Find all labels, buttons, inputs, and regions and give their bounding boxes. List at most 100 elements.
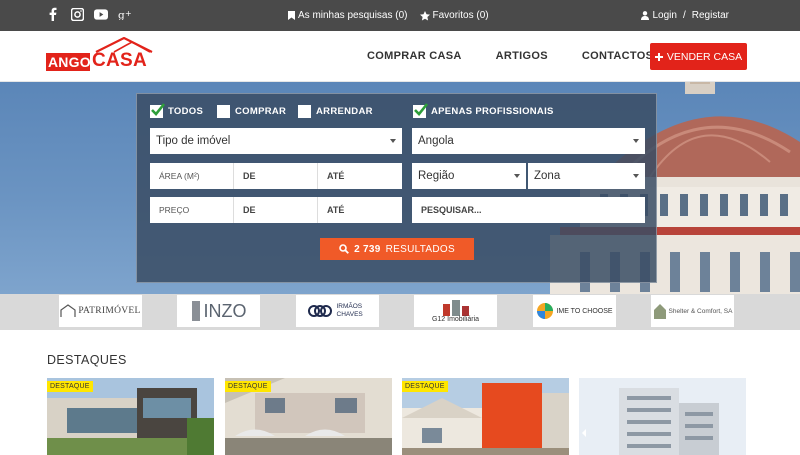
country-value: Angola bbox=[418, 135, 454, 147]
login-link[interactable]: Login bbox=[653, 10, 677, 21]
checkbox-professionals[interactable] bbox=[413, 103, 428, 118]
region-value: Região bbox=[418, 170, 455, 182]
area-label-text: ÁREA (M²) bbox=[159, 171, 200, 181]
featured-badge: DESTAQUE bbox=[402, 381, 448, 392]
featured-title: DESTAQUES bbox=[47, 353, 127, 367]
partner-inzo-text: INZO bbox=[203, 300, 247, 321]
menu-artigos[interactable]: ARTIGOS bbox=[496, 50, 548, 62]
featured-card[interactable]: DESTAQUE bbox=[225, 378, 392, 455]
filter-comprar-label: COMPRAR bbox=[235, 106, 287, 117]
menu-comprar-casa[interactable]: COMPRAR CASA bbox=[367, 50, 462, 62]
keyword-search-input[interactable]: PESQUISAR... bbox=[412, 197, 645, 223]
caret-down-icon bbox=[633, 139, 639, 143]
partner-patrimovel-text: PATRIMÓVEL bbox=[78, 306, 141, 316]
account-separator: / bbox=[682, 10, 686, 21]
my-searches-link[interactable]: As minhas pesquisas (0) bbox=[288, 10, 408, 21]
area-label: ÁREA (M²) bbox=[150, 163, 234, 189]
favorites-link[interactable]: Favoritos (0) bbox=[419, 10, 489, 21]
star-icon bbox=[419, 10, 430, 20]
youtube-icon[interactable] bbox=[94, 7, 108, 21]
keyword-placeholder: PESQUISAR... bbox=[421, 205, 482, 215]
register-link[interactable]: Registar bbox=[692, 10, 729, 21]
facebook-icon[interactable] bbox=[46, 7, 60, 21]
filter-todos[interactable]: TODOS bbox=[150, 103, 204, 118]
sell-house-button[interactable]: VENDER CASA bbox=[650, 43, 747, 70]
partner-time-to-choose-text: IME TO CHOOSE bbox=[556, 307, 613, 315]
filter-todos-label: TODOS bbox=[168, 106, 204, 117]
logo-casa: CASA bbox=[92, 50, 148, 71]
instagram-icon[interactable] bbox=[70, 7, 84, 21]
check-icon bbox=[151, 103, 165, 116]
featured-card[interactable]: DESTAQUE bbox=[47, 378, 214, 455]
bookmark-icon bbox=[288, 11, 295, 20]
zone-select[interactable]: Zona bbox=[528, 163, 645, 189]
show-results-button[interactable]: 2 739 RESULTADOS bbox=[320, 238, 474, 260]
search-icon bbox=[339, 244, 350, 254]
main-nav: ANGO CASA COMPRAR CASA ARTIGOS CONTACTOS… bbox=[0, 31, 800, 82]
caret-down-icon bbox=[633, 174, 639, 178]
property-type-select[interactable]: Tipo de imóvel bbox=[150, 128, 402, 154]
favorites-label: Favoritos (0) bbox=[432, 10, 489, 21]
svg-text:+: + bbox=[125, 9, 132, 18]
region-select[interactable]: Região bbox=[412, 163, 526, 189]
logo-ango: ANGO bbox=[46, 53, 91, 71]
main-menu: COMPRAR CASA ARTIGOS CONTACTOS bbox=[367, 50, 653, 62]
area-to-placeholder: ATÉ bbox=[327, 171, 345, 181]
partner-patrimovel-logo[interactable]: PATRIMÓVEL bbox=[59, 295, 142, 327]
account-links: Login / Registar bbox=[640, 10, 729, 21]
search-panel: TODOS COMPRAR ARRENDAR APENAS PROFISSION… bbox=[136, 93, 657, 283]
hero-search-section: TODOS COMPRAR ARRENDAR APENAS PROFISSION… bbox=[0, 82, 800, 294]
area-to-input[interactable]: ATÉ bbox=[318, 163, 402, 189]
partner-g12-logo[interactable]: G12 Imobiliária bbox=[414, 295, 497, 327]
area-from-input[interactable]: DE bbox=[234, 163, 318, 189]
menu-contactos[interactable]: CONTACTOS bbox=[582, 50, 653, 62]
country-select[interactable]: Angola bbox=[412, 128, 645, 154]
house-tree-icon bbox=[653, 304, 666, 319]
price-from-placeholder: DE bbox=[243, 205, 256, 215]
featured-badge: DESTAQUE bbox=[47, 381, 93, 392]
partner-irmaos-chaves-logo[interactable]: IRMÃOS CHAVES bbox=[296, 295, 379, 327]
partner-inzo-logo[interactable]: INZO bbox=[177, 295, 260, 327]
featured-badge: DESTAQUE bbox=[225, 381, 271, 392]
pinwheel-icon bbox=[537, 303, 554, 319]
property-type-value: Tipo de imóvel bbox=[156, 135, 231, 147]
top-bar: g + As minhas pesquisas (0) Favoritos (0)… bbox=[0, 0, 800, 31]
property-photo bbox=[579, 378, 746, 455]
filter-comprar[interactable]: COMPRAR bbox=[217, 105, 286, 118]
user-icon bbox=[640, 11, 649, 20]
results-label: RESULTADOS bbox=[385, 243, 455, 255]
plus-icon bbox=[654, 52, 663, 61]
buildings-icon bbox=[442, 299, 469, 316]
partner-time-to-choose-logo[interactable]: IME TO CHOOSE bbox=[533, 295, 616, 327]
check-icon bbox=[414, 103, 428, 116]
price-to-input[interactable]: ATÉ bbox=[318, 197, 402, 223]
price-from-input[interactable]: DE bbox=[234, 197, 318, 223]
chain-icon bbox=[307, 305, 332, 317]
checkbox-comprar[interactable] bbox=[217, 105, 230, 118]
top-links: As minhas pesquisas (0) Favoritos (0) bbox=[288, 10, 489, 21]
filter-professionals-label: APENAS PROFISSIONAIS bbox=[431, 106, 554, 117]
site-logo[interactable]: ANGO CASA bbox=[46, 37, 158, 77]
checkbox-arrendar[interactable] bbox=[298, 105, 311, 118]
price-label-text: PREÇO bbox=[159, 205, 190, 215]
partner-shelter-comfort-logo[interactable]: Shelter & Comfort, SA bbox=[651, 295, 734, 327]
partner-irmaos-chaves-text: IRMÃOS CHAVES bbox=[336, 303, 363, 318]
results-count: 2 739 bbox=[354, 243, 381, 255]
price-to-placeholder: ATÉ bbox=[327, 205, 345, 215]
featured-card[interactable] bbox=[579, 378, 746, 455]
social-links: g + bbox=[46, 7, 132, 21]
sell-house-label: VENDER CASA bbox=[666, 50, 743, 63]
my-searches-label: As minhas pesquisas (0) bbox=[298, 10, 408, 21]
checkbox-todos[interactable] bbox=[150, 103, 165, 118]
caret-down-icon bbox=[390, 139, 396, 143]
featured-card[interactable]: DESTAQUE bbox=[402, 378, 569, 455]
google-plus-icon[interactable]: g + bbox=[118, 7, 132, 21]
filter-professionals[interactable]: APENAS PROFISSIONAIS bbox=[413, 103, 554, 118]
door-icon bbox=[191, 301, 200, 321]
filter-arrendar[interactable]: ARRENDAR bbox=[298, 105, 373, 118]
caret-down-icon bbox=[514, 174, 520, 178]
zone-value: Zona bbox=[534, 170, 561, 182]
price-label: PREÇO bbox=[150, 197, 234, 223]
filter-arrendar-label: ARRENDAR bbox=[316, 106, 373, 117]
house-outline-icon bbox=[60, 304, 76, 317]
